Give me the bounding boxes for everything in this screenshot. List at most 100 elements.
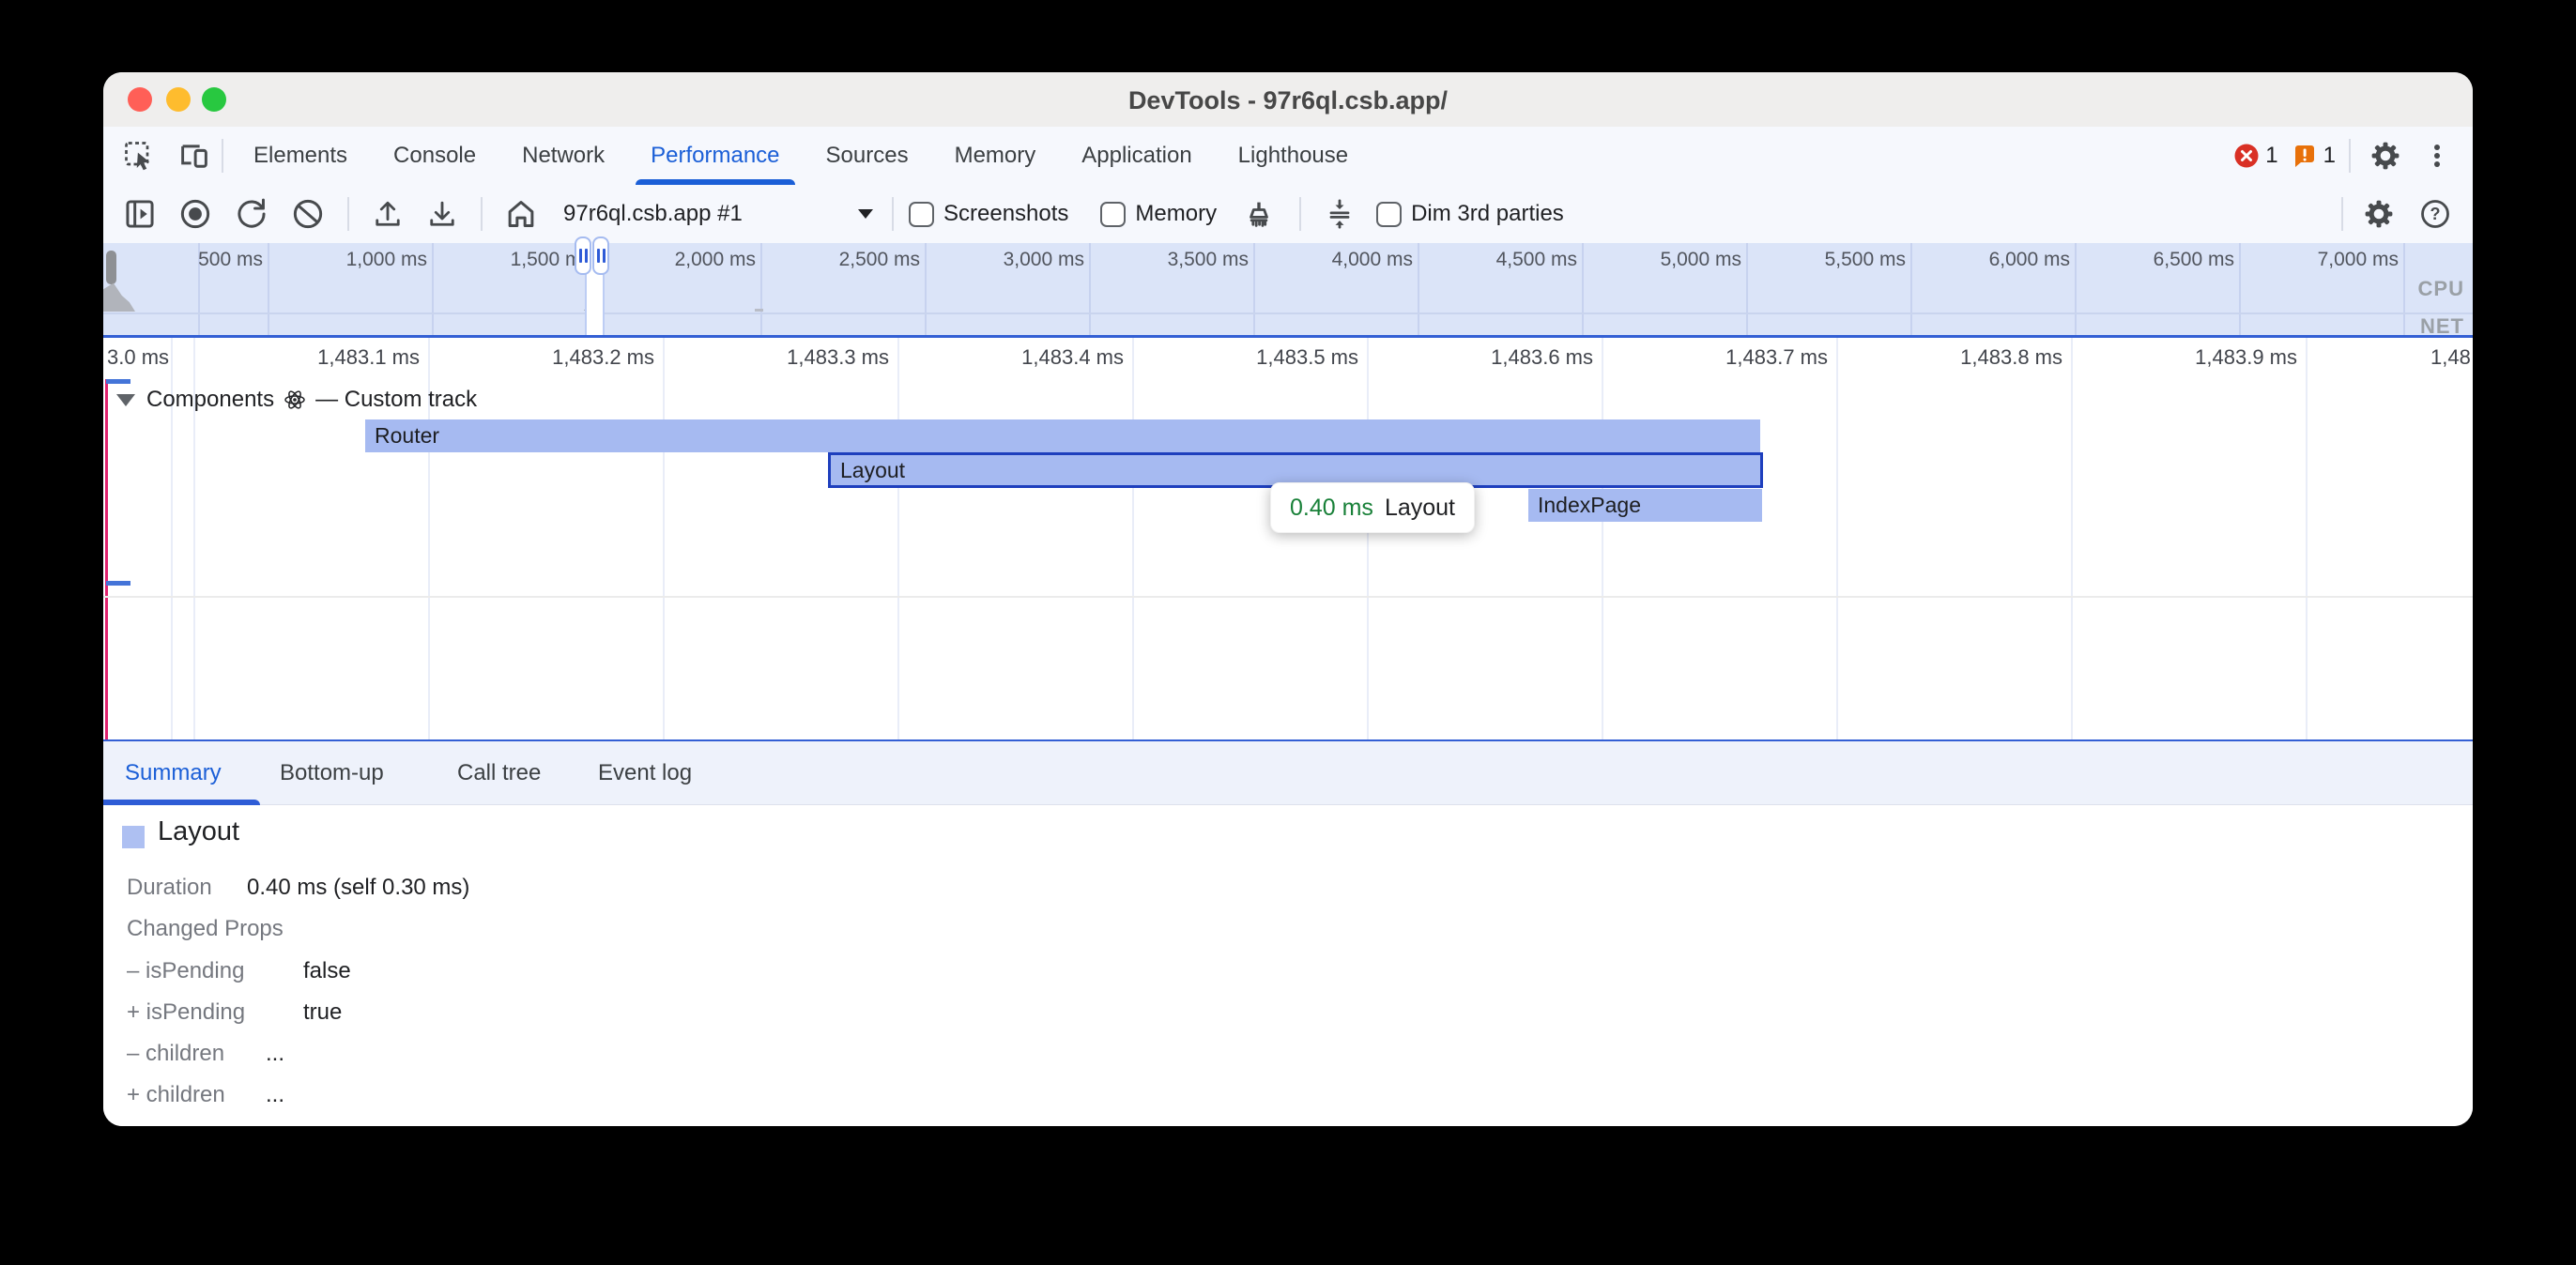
titlebar: DevTools - 97r6ql.csb.app/ xyxy=(103,72,2473,128)
zoom-window-button[interactable] xyxy=(202,87,226,112)
overview-tick: 3,500 ms xyxy=(1168,249,1249,271)
tab-console[interactable]: Console xyxy=(393,127,476,185)
dim-3rd-parties-checkbox[interactable]: Dim 3rd parties xyxy=(1376,201,1564,227)
duration-row: Duration 0.40 ms (self 0.30 ms) xyxy=(127,875,212,901)
react-atom-icon xyxy=(284,389,306,411)
tab-sources[interactable]: Sources xyxy=(826,127,909,185)
track-scroll-indicator xyxy=(106,379,130,384)
tab-bottom-up[interactable]: Bottom-up xyxy=(280,741,384,805)
window-title: DevTools - 97r6ql.csb.app/ xyxy=(103,72,2473,127)
divider xyxy=(481,197,483,231)
event-color-swatch xyxy=(122,826,145,848)
tab-elements[interactable]: Elements xyxy=(253,127,347,185)
overview-tick: 1,000 ms xyxy=(346,249,427,271)
prop-row: + isPending true xyxy=(127,999,245,1026)
target-selector[interactable]: 97r6ql.csb.app #1 xyxy=(563,201,873,227)
settings-gear-icon[interactable] xyxy=(2364,139,2407,173)
ruler-tick: 1,48 xyxy=(2430,345,2471,370)
overview-tick: 5,000 ms xyxy=(1661,249,1741,271)
more-options-icon[interactable] xyxy=(2420,140,2454,172)
divider xyxy=(2349,139,2351,173)
components-track-header[interactable]: Components — Custom track xyxy=(116,387,477,413)
toggle-live-metrics-icon[interactable] xyxy=(113,196,167,232)
tooltip-name: Layout xyxy=(1385,495,1455,522)
record-icon[interactable] xyxy=(167,196,223,232)
prop-row: – isPending false xyxy=(127,958,244,984)
ruler-tick: 1,483.8 ms xyxy=(1960,345,2062,370)
ruler-tick: 1,483.2 ms xyxy=(552,345,654,370)
capture-settings-gear-icon[interactable] xyxy=(2358,197,2400,231)
summary-panel: Layout Duration 0.40 ms (self 0.30 ms) C… xyxy=(103,805,2473,1126)
checkbox xyxy=(1100,202,1126,227)
devtools-window: DevTools - 97r6ql.csb.app/ Elements Cons… xyxy=(103,72,2473,1126)
ruler-tick: 1,483.1 ms xyxy=(317,345,420,370)
device-toolbar-icon[interactable] xyxy=(167,139,222,173)
home-icon[interactable] xyxy=(494,196,548,232)
overview-marker xyxy=(755,309,763,312)
overview-tick: 2,000 ms xyxy=(675,249,756,271)
changed-props-row: Changed Props xyxy=(127,916,284,942)
tooltip-duration: 0.40 ms xyxy=(1290,495,1373,522)
overview-tick: 3,000 ms xyxy=(1004,249,1084,271)
timeline-overview[interactable]: 500 ms 1,000 ms 1,500 ms 2,000 ms 2,500 … xyxy=(103,243,2473,335)
event-indexpage[interactable]: IndexPage xyxy=(1528,489,1762,522)
clear-icon[interactable] xyxy=(280,196,336,232)
ruler-tick: 3.0 ms xyxy=(107,345,169,370)
event-router[interactable]: Router xyxy=(365,419,1760,452)
collapse-flame-icon[interactable] xyxy=(1314,197,1365,231)
ruler-tick: 1,483.7 ms xyxy=(1725,345,1828,370)
tab-summary[interactable]: Summary xyxy=(125,741,222,805)
ruler-tick: 1,483.6 ms xyxy=(1491,345,1593,370)
divider xyxy=(892,197,894,231)
track-suffix: — Custom track xyxy=(315,387,477,413)
chevron-down-icon xyxy=(858,209,873,219)
tab-lighthouse[interactable]: Lighthouse xyxy=(1238,127,1348,185)
inspect-element-icon[interactable] xyxy=(111,139,167,173)
minimize-window-button[interactable] xyxy=(166,87,191,112)
track-name: Components xyxy=(146,387,274,413)
cpu-lane-label: CPU xyxy=(2418,277,2464,301)
warning-icon xyxy=(2292,143,2318,169)
prop-row: – children ... xyxy=(127,1041,224,1067)
memory-checkbox[interactable]: Memory xyxy=(1100,201,1217,227)
checkbox xyxy=(909,202,934,227)
tab-network[interactable]: Network xyxy=(522,127,605,185)
divider xyxy=(347,197,349,231)
collect-garbage-icon[interactable] xyxy=(1232,197,1286,231)
divider xyxy=(2341,197,2343,231)
event-tooltip: 0.40 ms Layout xyxy=(1270,482,1475,533)
cpu-activity-start xyxy=(106,251,116,284)
divider xyxy=(1299,197,1301,231)
cpu-activity-hill xyxy=(103,281,135,312)
warning-counter[interactable]: 1 xyxy=(2292,143,2336,169)
ruler-tick: 1,483.9 ms xyxy=(2195,345,2297,370)
error-icon xyxy=(2233,143,2260,169)
overview-tick: 6,000 ms xyxy=(1989,249,2070,271)
range-left-handle[interactable] xyxy=(575,236,591,275)
save-profile-icon[interactable] xyxy=(415,197,469,231)
flame-chart[interactable]: Components — Custom track Router Layout … xyxy=(103,379,2473,739)
overview-tick: 5,500 ms xyxy=(1825,249,1906,271)
tab-memory[interactable]: Memory xyxy=(955,127,1036,185)
ruler-tick: 1,483.5 ms xyxy=(1256,345,1358,370)
performance-toolbar: 97r6ql.csb.app #1 Screenshots Memory xyxy=(103,185,2473,243)
overview-tick: 7,000 ms xyxy=(2318,249,2399,271)
close-window-button[interactable] xyxy=(128,87,152,112)
overview-tick: 4,000 ms xyxy=(1332,249,1413,271)
tab-event-log[interactable]: Event log xyxy=(598,741,692,805)
load-profile-icon[interactable] xyxy=(360,197,415,231)
svg-text:?: ? xyxy=(2430,205,2441,223)
screenshots-checkbox[interactable]: Screenshots xyxy=(909,201,1068,227)
track-group-divider xyxy=(103,596,2473,598)
tab-call-tree[interactable]: Call tree xyxy=(457,741,541,805)
record-and-reload-icon[interactable] xyxy=(223,196,280,232)
overview-tick: 500 ms xyxy=(198,249,263,271)
tab-performance[interactable]: Performance xyxy=(651,127,779,185)
prop-row: + children ... xyxy=(127,1082,225,1108)
divider xyxy=(222,139,223,173)
error-counter[interactable]: 1 xyxy=(2233,143,2277,169)
range-right-handle[interactable] xyxy=(592,236,609,275)
summary-title: Layout xyxy=(158,816,239,847)
help-icon[interactable]: ? xyxy=(2415,197,2456,231)
tab-application[interactable]: Application xyxy=(1081,127,1191,185)
